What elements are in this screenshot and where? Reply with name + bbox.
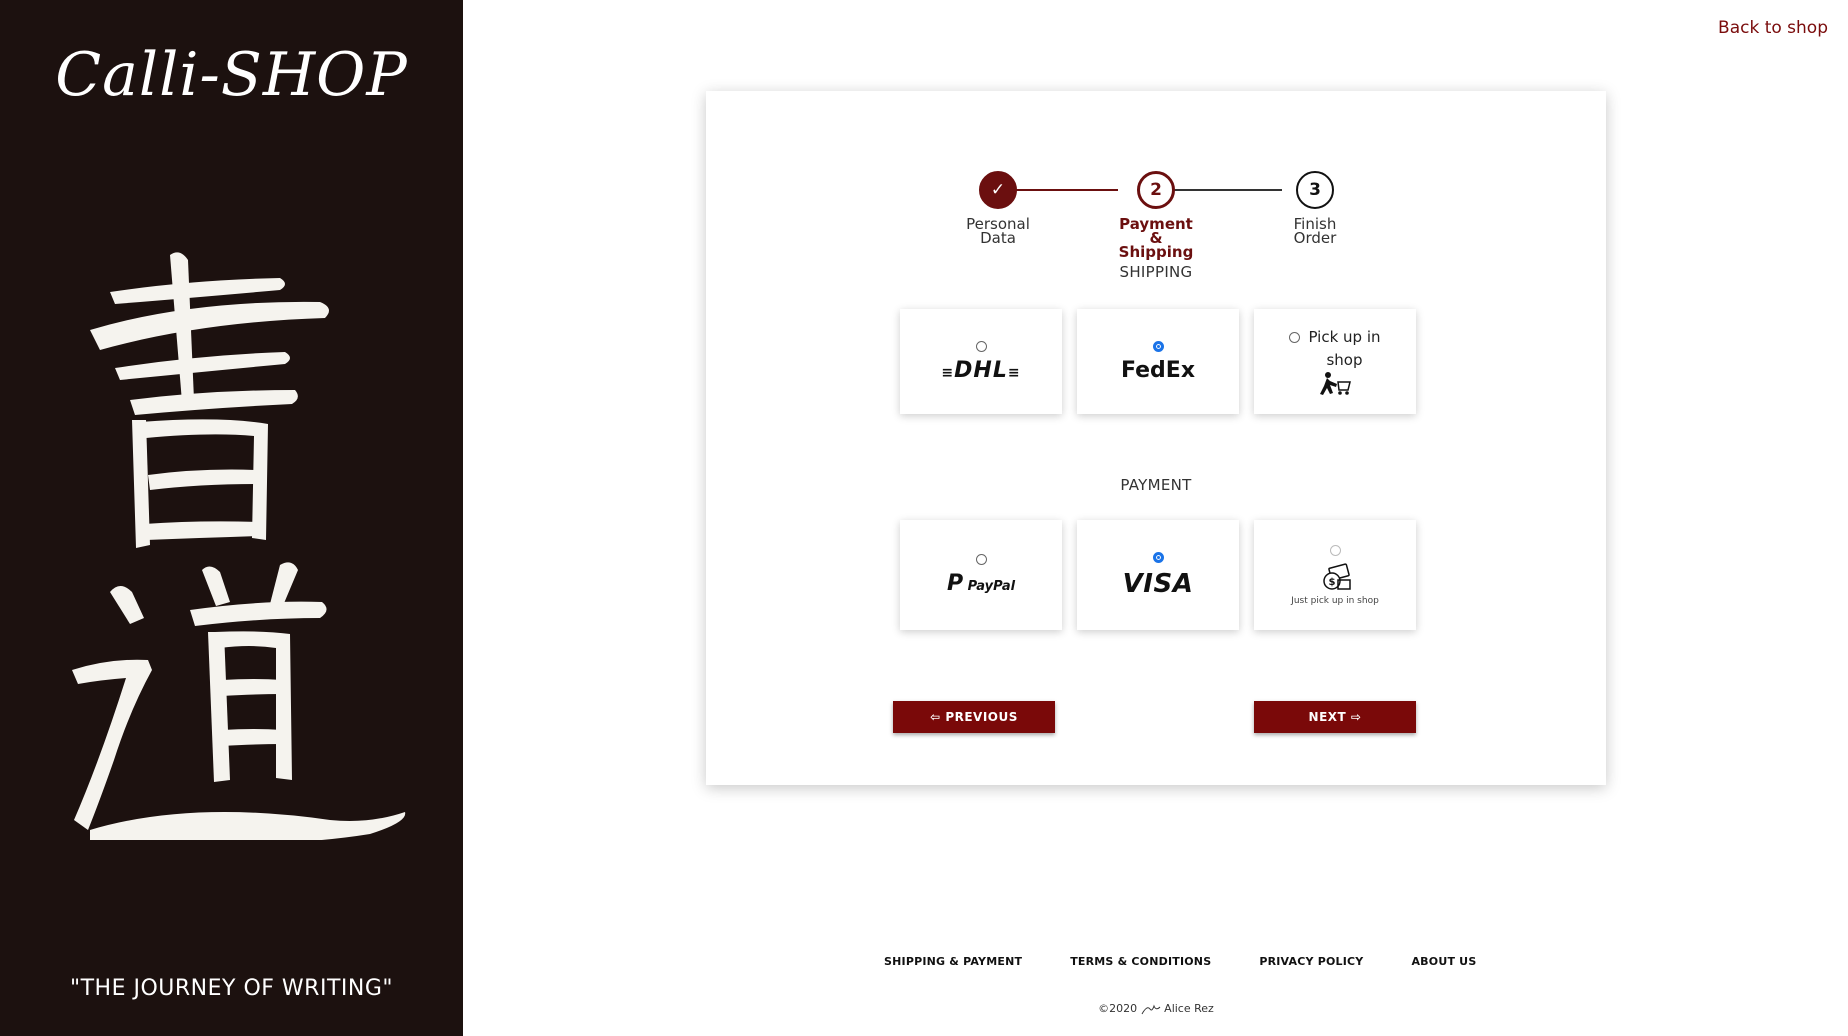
visa-logo: VISA [1122, 568, 1194, 599]
tagline: "THE JOURNEY OF WRITING" [69, 976, 394, 1001]
shipping-radio-dhl[interactable] [975, 340, 987, 352]
pickup-row: Pick up in shop [1289, 326, 1381, 372]
back-to-shop-link[interactable]: Back to shop [1718, 18, 1828, 38]
next-button[interactable]: NEXT ⇨ [1254, 701, 1416, 733]
cash-icon: $ [1323, 562, 1351, 590]
previous-button[interactable]: ⇦ PREVIOUS [893, 701, 1055, 733]
brand-logo[interactable]: Calli-SHOP [0, 40, 463, 110]
copyright-year: ©2020 [1098, 1002, 1138, 1015]
step-number: 3 [1296, 171, 1334, 209]
shipping-option-pickup[interactable]: Pick up in shop [1254, 309, 1416, 414]
dhl-logo: ≡DHL≡ [941, 357, 1021, 383]
pickup-label: Pick up in shop [1308, 327, 1381, 369]
payment-title: PAYMENT [1120, 476, 1192, 494]
paypal-logo: P PayPal [946, 571, 1016, 596]
checkout-card: ✓ Personal Data 2 Payment & Shipping 3 F… [706, 91, 1606, 785]
payment-option-visa[interactable]: VISA [1077, 520, 1239, 630]
shop-cart-icon [1320, 371, 1351, 395]
step-number: 2 [1137, 171, 1175, 209]
calligraphy-artwork [72, 252, 406, 840]
step-payment-shipping[interactable]: 2 Payment & Shipping [1096, 131, 1216, 261]
check-icon: ✓ [979, 171, 1017, 209]
signature-icon [1141, 1004, 1161, 1015]
shipping-option-fedex[interactable]: FedEx [1077, 309, 1239, 414]
shipping-radio-pickup[interactable] [1289, 331, 1301, 343]
footer-link-terms[interactable]: TERMS & CONDITIONS [1070, 955, 1211, 968]
payment-option-paypal[interactable]: P PayPal [900, 520, 1062, 630]
step-label: Personal Data [966, 215, 1030, 247]
fedex-logo: FedEx [1120, 357, 1196, 383]
footer-link-privacy[interactable]: PRIVACY POLICY [1259, 955, 1363, 968]
author-name: Alice Rez [1164, 1002, 1214, 1015]
checkout-stepper: ✓ Personal Data 2 Payment & Shipping 3 F… [706, 131, 1606, 261]
footer-link-about[interactable]: ABOUT US [1411, 955, 1476, 968]
payment-radio-visa[interactable] [1152, 551, 1164, 563]
shipping-option-dhl[interactable]: ≡DHL≡ [900, 309, 1062, 414]
payment-radio-cash[interactable] [1329, 544, 1341, 556]
step-finish-order[interactable]: 3 Finish Order [1255, 131, 1375, 247]
svg-text:$: $ [1329, 577, 1336, 588]
cash-label: Just pick up in shop [1291, 595, 1379, 606]
step-personal-data[interactable]: ✓ Personal Data [938, 131, 1058, 247]
copyright: ©2020 Alice Rez [0, 1002, 1848, 1015]
footer-link-shipping-payment[interactable]: SHIPPING & PAYMENT [884, 955, 1022, 968]
step-label: Payment & Shipping [1118, 215, 1194, 261]
sidebar: Calli-SHOP "THE JOURNEY OF WRITING" [0, 0, 463, 1036]
payment-option-cash[interactable]: $ Just pick up in shop [1254, 520, 1416, 630]
shipping-radio-fedex[interactable] [1152, 340, 1164, 352]
step-label: Finish Order [1293, 215, 1337, 247]
footer-nav: SHIPPING & PAYMENT TERMS & CONDITIONS PR… [884, 955, 1476, 968]
payment-radio-paypal[interactable] [975, 554, 987, 565]
shipping-title: SHIPPING [1119, 263, 1193, 281]
